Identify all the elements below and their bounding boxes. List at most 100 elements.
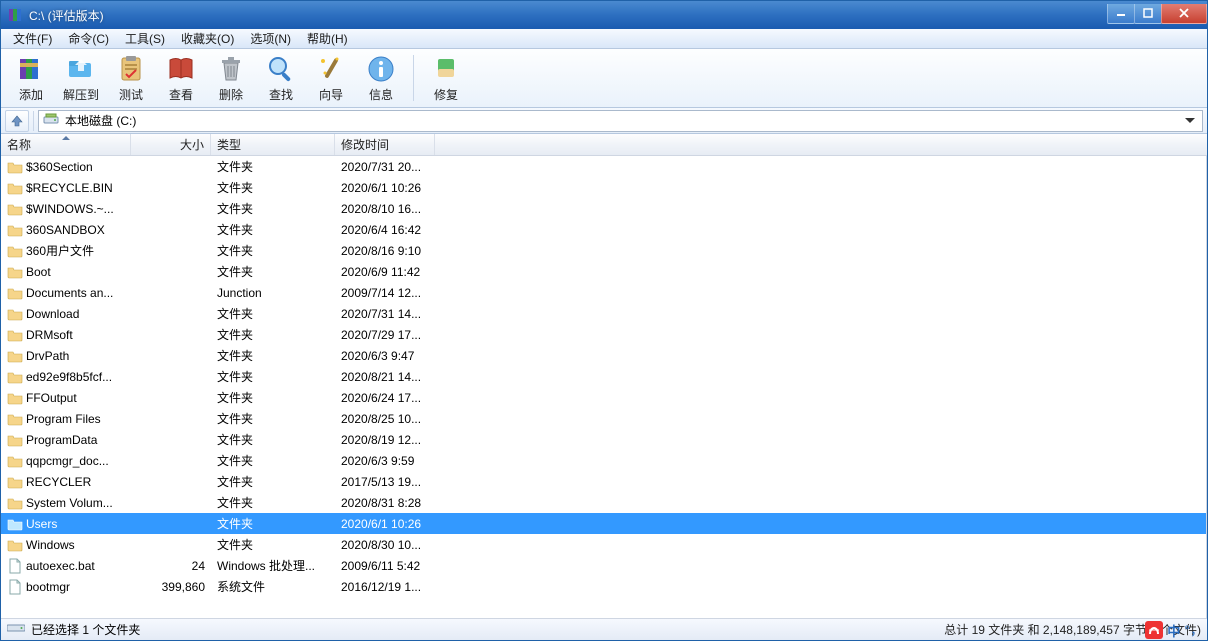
- separator: [33, 111, 34, 131]
- info-icon: [365, 53, 397, 85]
- column-size[interactable]: 大小: [131, 134, 211, 155]
- file-size: 399,860: [131, 580, 211, 594]
- file-date: 2020/6/1 10:26: [335, 181, 435, 195]
- repair-icon: [430, 53, 462, 85]
- tool-label: 解压到: [63, 86, 99, 103]
- title-bar: C:\ (评估版本): [1, 1, 1207, 29]
- tool-info[interactable]: 信息: [357, 51, 405, 105]
- file-type: 文件夹: [211, 494, 335, 511]
- file-date: 2020/8/21 14...: [335, 370, 435, 384]
- file-date: 2020/7/29 17...: [335, 328, 435, 342]
- minimize-button[interactable]: [1107, 4, 1135, 24]
- table-row[interactable]: autoexec.bat24Windows 批处理...2009/6/11 5:…: [1, 555, 1206, 576]
- folder-icon: [7, 306, 23, 322]
- tool-find[interactable]: 查找: [257, 51, 305, 105]
- column-type[interactable]: 类型: [211, 134, 335, 155]
- tool-label: 查找: [269, 86, 293, 103]
- table-row[interactable]: DRMsoft文件夹2020/7/29 17...: [1, 324, 1206, 345]
- column-spacer: [435, 134, 1207, 155]
- tool-add[interactable]: 添加: [7, 51, 55, 105]
- dropdown-icon[interactable]: [1182, 118, 1198, 124]
- menu-item-4[interactable]: 选项(N): [242, 28, 299, 49]
- table-row[interactable]: qqpcmgr_doc...文件夹2020/6/3 9:59: [1, 450, 1206, 471]
- file-type: 文件夹: [211, 326, 335, 343]
- up-button[interactable]: [5, 110, 29, 132]
- tool-extract[interactable]: 解压到: [57, 51, 105, 105]
- maximize-button[interactable]: [1134, 4, 1162, 24]
- ime-icon[interactable]: [1145, 621, 1163, 639]
- file-date: 2020/7/31 14...: [335, 307, 435, 321]
- file-type: 文件夹: [211, 263, 335, 280]
- file-type: Junction: [211, 286, 335, 300]
- file-icon: [7, 558, 23, 574]
- toolbar: 添加解压到测试查看删除 查找向导信息修复: [1, 49, 1207, 108]
- close-button[interactable]: [1161, 4, 1207, 24]
- delete-icon: [215, 53, 247, 85]
- file-list[interactable]: $360Section文件夹2020/7/31 20...$RECYCLE.BI…: [1, 156, 1207, 618]
- file-name: ProgramData: [26, 433, 97, 447]
- table-row[interactable]: RECYCLER文件夹2017/5/13 19...: [1, 471, 1206, 492]
- test-icon: [115, 53, 147, 85]
- column-date[interactable]: 修改时间: [335, 134, 435, 155]
- folder-icon: [7, 495, 23, 511]
- menu-item-0[interactable]: 文件(F): [5, 28, 60, 49]
- table-row[interactable]: Windows文件夹2020/8/30 10...: [1, 534, 1206, 555]
- tool-delete[interactable]: 删除: [207, 51, 255, 105]
- file-name: 360用户文件: [26, 242, 94, 259]
- table-row[interactable]: System Volum...文件夹2020/8/31 8:28: [1, 492, 1206, 513]
- table-row[interactable]: $WINDOWS.~...文件夹2020/8/10 16...: [1, 198, 1206, 219]
- tool-repair[interactable]: 修复: [422, 51, 470, 105]
- menu-item-3[interactable]: 收藏夹(O): [173, 28, 242, 49]
- file-type: 文件夹: [211, 368, 335, 385]
- file-size: 24: [131, 559, 211, 573]
- file-type: 文件夹: [211, 221, 335, 238]
- tool-view[interactable]: 查看: [157, 51, 205, 105]
- file-type: 文件夹: [211, 410, 335, 427]
- table-row[interactable]: $RECYCLE.BIN文件夹2020/6/1 10:26: [1, 177, 1206, 198]
- table-row[interactable]: Download文件夹2020/7/31 14...: [1, 303, 1206, 324]
- path-label: 本地磁盘 (C:): [65, 112, 136, 129]
- menu-item-5[interactable]: 帮助(H): [299, 28, 356, 49]
- path-combobox[interactable]: 本地磁盘 (C:): [38, 110, 1203, 132]
- table-row[interactable]: Documents an...Junction2009/7/14 12...: [1, 282, 1206, 303]
- file-date: 2016/12/19 1...: [335, 580, 435, 594]
- tool-wizard[interactable]: 向导: [307, 51, 355, 105]
- table-row[interactable]: ed92e9f8b5fcf...文件夹2020/8/21 14...: [1, 366, 1206, 387]
- file-type: 文件夹: [211, 473, 335, 490]
- file-date: 2020/8/25 10...: [335, 412, 435, 426]
- table-row[interactable]: Users文件夹2020/6/1 10:26: [1, 513, 1206, 534]
- ime-label[interactable]: 中: [1167, 621, 1180, 640]
- find-icon: [265, 53, 297, 85]
- table-row[interactable]: 360SANDBOX文件夹2020/6/4 16:42: [1, 219, 1206, 240]
- table-row[interactable]: ProgramData 文件夹2020/8/19 12...: [1, 429, 1206, 450]
- file-name: Program Files: [26, 412, 101, 426]
- table-row[interactable]: FFOutput文件夹2020/6/24 17...: [1, 387, 1206, 408]
- file-date: 2020/8/30 10...: [335, 538, 435, 552]
- file-type: 文件夹: [211, 431, 335, 448]
- folder-icon: [7, 180, 23, 196]
- file-name: $RECYCLE.BIN: [26, 181, 113, 195]
- menu-item-2[interactable]: 工具(S): [117, 28, 173, 49]
- table-row[interactable]: $360Section文件夹2020/7/31 20...: [1, 156, 1206, 177]
- table-row[interactable]: Program Files 文件夹2020/8/25 10...: [1, 408, 1206, 429]
- menu-item-1[interactable]: 命令(C): [60, 28, 117, 49]
- file-date: 2020/8/19 12...: [335, 433, 435, 447]
- column-name[interactable]: 名称: [1, 134, 131, 155]
- table-row[interactable]: bootmgr399,860系统文件2016/12/19 1...: [1, 576, 1206, 597]
- file-date: 2020/6/3 9:47: [335, 349, 435, 363]
- file-date: 2020/8/16 9:10: [335, 244, 435, 258]
- tool-test[interactable]: 测试: [107, 51, 155, 105]
- status-left-text: 已经选择 1 个文件夹: [31, 621, 140, 638]
- file-name: Boot: [26, 265, 51, 279]
- folder-icon: [7, 285, 23, 301]
- tool-label: 删除: [219, 86, 243, 103]
- file-name: Users: [26, 517, 57, 531]
- file-name: DrvPath: [26, 349, 69, 363]
- table-row[interactable]: DrvPath文件夹2020/6/3 9:47: [1, 345, 1206, 366]
- ime-punct-icon[interactable]: °，: [1184, 620, 1204, 640]
- table-row[interactable]: 360用户文件文件夹2020/8/16 9:10: [1, 240, 1206, 261]
- file-date: 2020/8/31 8:28: [335, 496, 435, 510]
- table-row[interactable]: Boot文件夹2020/6/9 11:42: [1, 261, 1206, 282]
- folder-icon: [7, 537, 23, 553]
- file-type: 文件夹: [211, 158, 335, 175]
